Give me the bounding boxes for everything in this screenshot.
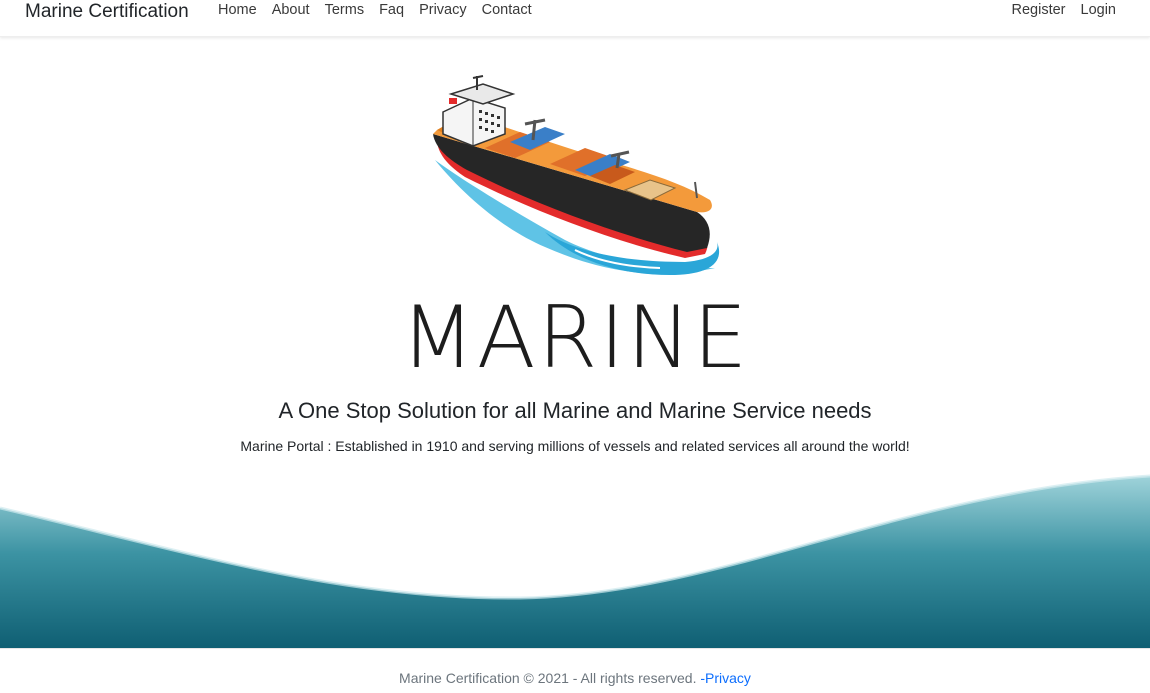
brand-link[interactable]: Marine Certification bbox=[25, 1, 189, 23]
top-navbar: Marine Certification Home About Terms Fa… bbox=[0, 0, 1150, 37]
cargo-ship-illustration bbox=[433, 75, 720, 276]
main-nav: Home About Terms Faq Privacy Contact bbox=[218, 2, 539, 18]
register-link[interactable]: Register bbox=[1004, 2, 1073, 18]
decorative-wave bbox=[0, 474, 1150, 648]
login-link[interactable]: Login bbox=[1073, 2, 1116, 18]
hero-description: Marine Portal : Established in 1910 and … bbox=[240, 438, 910, 454]
nav-terms[interactable]: Terms bbox=[317, 2, 371, 18]
footer-copyright: Marine Certification © 2021 - All rights… bbox=[399, 670, 701, 686]
auth-nav: Register Login bbox=[1004, 2, 1116, 18]
nav-privacy[interactable]: Privacy bbox=[412, 2, 475, 18]
nav-about[interactable]: About bbox=[264, 2, 317, 18]
hero-tagline: A One Stop Solution for all Marine and M… bbox=[278, 398, 872, 423]
nav-faq[interactable]: Faq bbox=[372, 2, 412, 18]
nav-contact[interactable]: Contact bbox=[474, 2, 539, 18]
nav-home[interactable]: Home bbox=[218, 2, 264, 18]
page-footer: Marine Certification © 2021 - All rights… bbox=[0, 648, 1150, 693]
marine-logo-text: MARINE bbox=[400, 288, 750, 388]
footer-privacy-link[interactable]: -Privacy bbox=[700, 670, 751, 686]
